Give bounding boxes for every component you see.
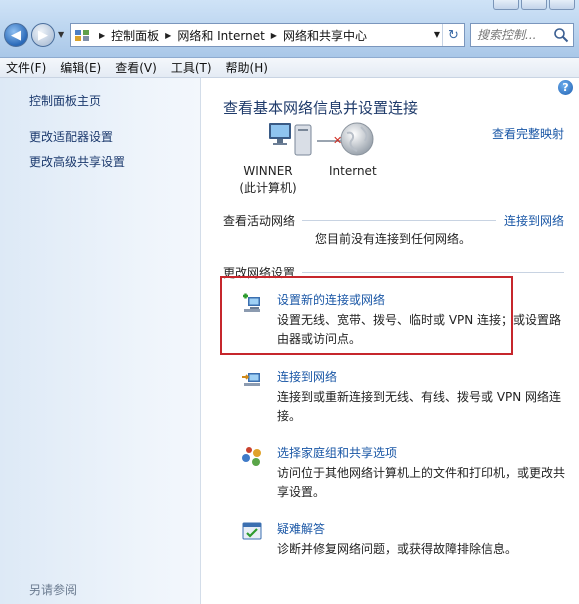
breadcrumb-separator-icon[interactable]: ▶ xyxy=(271,31,277,40)
menu-bar: 文件(F) 编辑(E) 查看(V) 工具(T) 帮助(H) xyxy=(0,58,579,78)
sidebar: 控制面板主页 更改适配器设置 更改高级共享设置 另请参阅 xyxy=(0,78,201,604)
sidebar-item-advanced-sharing[interactable]: 更改高级共享设置 xyxy=(29,153,125,170)
view-full-map-link[interactable]: 查看完整映射 xyxy=(492,125,564,142)
back-button[interactable]: ◀ xyxy=(4,23,28,47)
menu-tools[interactable]: 工具(T) xyxy=(171,59,212,76)
task-desc-homegroup: 访问位于其他网络计算机上的文件和打印机，或更改共享设置。 xyxy=(277,466,566,499)
homegroup-icon xyxy=(242,447,261,466)
breadcrumb-separator-icon[interactable]: ▶ xyxy=(165,31,171,40)
refresh-icon: ↻ xyxy=(448,27,459,43)
close-button[interactable] xyxy=(549,0,575,10)
sidebar-item-adapter-settings[interactable]: 更改适配器设置 xyxy=(29,128,113,145)
task-desc-troubleshoot: 诊断并修复网络问题，或获得故障排除信息。 xyxy=(277,542,518,556)
search-input[interactable] xyxy=(477,28,551,42)
search-icon[interactable] xyxy=(553,27,569,43)
window-buttons xyxy=(491,0,575,10)
no-connection-text: 您目前没有连接到任何网络。 xyxy=(315,232,472,246)
forward-arrow-icon: ▶ xyxy=(38,27,48,43)
connect-to-network-link[interactable]: 连接到网络 xyxy=(504,212,564,229)
connect-network-icon xyxy=(242,373,260,386)
computer-icon[interactable] xyxy=(267,121,317,159)
troubleshoot-icon xyxy=(242,522,262,540)
breadcrumb: ▶ 控制面板 ▶ 网络和 Internet ▶ 网络和共享中心 xyxy=(93,27,367,44)
address-bar[interactable]: ▶ 控制面板 ▶ 网络和 Internet ▶ 网络和共享中心 ▼ ↻ xyxy=(70,23,465,47)
breadcrumb-network-sharing-center[interactable]: 网络和共享中心 xyxy=(283,27,367,44)
this-computer-label: (此计算机) xyxy=(239,181,297,195)
sidebar-home-link[interactable]: 控制面板主页 xyxy=(29,92,101,109)
menu-help[interactable]: 帮助(H) xyxy=(226,59,268,76)
see-also-heading: 另请参阅 xyxy=(29,583,78,597)
menu-view[interactable]: 查看(V) xyxy=(115,59,157,76)
minimize-button[interactable] xyxy=(493,0,519,10)
maximize-button[interactable] xyxy=(521,0,547,10)
forward-button[interactable]: ▶ xyxy=(31,23,55,47)
refresh-button[interactable]: ↻ xyxy=(442,24,464,46)
help-icon[interactable]: ? xyxy=(558,80,573,95)
search-box[interactable] xyxy=(470,23,574,47)
section-divider xyxy=(302,272,564,273)
new-connection-icon xyxy=(243,293,260,312)
breadcrumb-separator-icon: ▶ xyxy=(99,30,106,40)
section-divider xyxy=(302,220,496,221)
task-desc-new-connection: 设置无线、宽带、拨号、临时或 VPN 连接；或设置路由器或访问点。 xyxy=(277,313,562,346)
internet-globe-icon[interactable] xyxy=(339,121,375,157)
internet-label: Internet xyxy=(329,164,377,178)
page-title: 查看基本网络信息并设置连接 xyxy=(223,99,419,117)
active-networks-heading: 查看活动网络 xyxy=(223,214,296,228)
window-chrome: ◀ ▶ ▼ ▶ 控制面板 ▶ 网络和 Internet ▶ 网络和共享中心 ▼ … xyxy=(0,0,579,58)
main-panel: 查看基本网络信息并设置连接 查看完整映射 ✕ WINNER (此计算机) Int… xyxy=(202,78,579,604)
breadcrumb-control-panel[interactable]: 控制面板 xyxy=(111,27,159,44)
computer-name-label: WINNER xyxy=(243,164,293,178)
address-dropdown-icon[interactable]: ▼ xyxy=(434,30,440,39)
task-title-homegroup[interactable]: 选择家庭组和共享选项 xyxy=(277,444,397,461)
control-panel-icon xyxy=(71,24,93,46)
history-dropdown-icon[interactable]: ▼ xyxy=(58,30,64,39)
task-title-new-connection[interactable]: 设置新的连接或网络 xyxy=(277,291,385,308)
menu-edit[interactable]: 编辑(E) xyxy=(60,59,101,76)
task-desc-connect-network: 连接到或重新连接到无线、有线、拨号或 VPN 网络连接。 xyxy=(277,390,562,423)
menu-file[interactable]: 文件(F) xyxy=(6,59,46,76)
task-title-connect-network[interactable]: 连接到网络 xyxy=(277,368,337,385)
back-arrow-icon: ◀ xyxy=(11,27,21,43)
breadcrumb-network-internet[interactable]: 网络和 Internet xyxy=(177,27,264,44)
task-title-troubleshoot[interactable]: 疑难解答 xyxy=(277,520,325,537)
